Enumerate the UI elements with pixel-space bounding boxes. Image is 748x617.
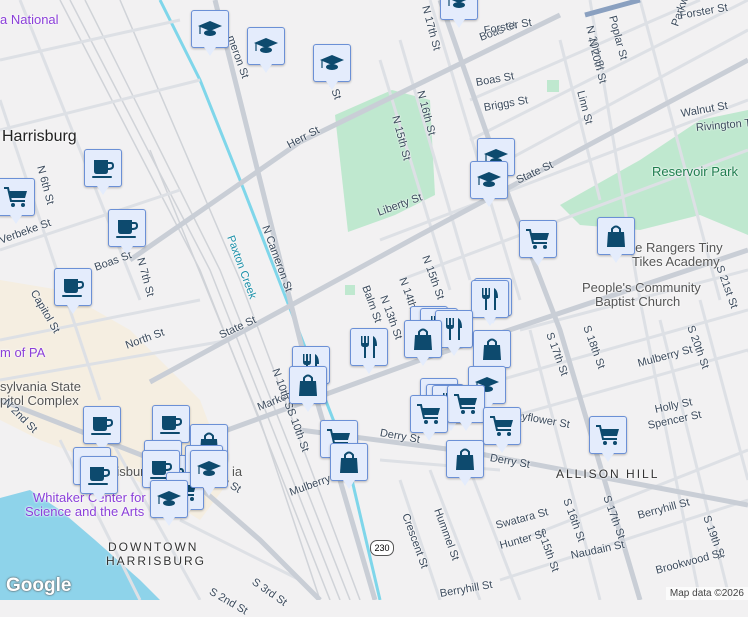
- cafe-marker[interactable]: [80, 456, 118, 502]
- school-icon: [196, 456, 222, 482]
- school-icon: [319, 50, 345, 76]
- cafe-icon: [60, 274, 86, 300]
- restaurant-icon: [356, 334, 382, 360]
- cafe-marker[interactable]: [108, 209, 146, 255]
- park-label: Reservoir Park: [652, 164, 738, 179]
- shopping-bag-icon: [603, 223, 629, 249]
- grocery-marker[interactable]: [589, 416, 627, 462]
- shopping-bag-icon: [410, 326, 436, 352]
- restaurant-marker[interactable]: [471, 280, 509, 326]
- neighborhood-allison-hill: ALLISON HILL: [556, 467, 660, 481]
- shopping-bag-icon: [479, 336, 505, 362]
- shopping-marker[interactable]: [330, 443, 368, 489]
- cafe-icon: [158, 411, 184, 437]
- shopping-marker[interactable]: [597, 217, 635, 263]
- grocery-cart-icon: [3, 184, 29, 210]
- school-icon: [156, 486, 182, 512]
- cafe-icon: [86, 462, 112, 488]
- shopping-marker[interactable]: [446, 440, 484, 486]
- cafe-icon: [114, 215, 140, 241]
- poi-capitol-1: sylvania State: [0, 379, 81, 394]
- shopping-marker[interactable]: [473, 330, 511, 376]
- restaurant-icon: [441, 316, 467, 342]
- highway: [584, 0, 641, 18]
- restaurant-marker[interactable]: [350, 328, 388, 374]
- grocery-marker[interactable]: [0, 178, 35, 224]
- grocery-cart-icon: [489, 413, 515, 439]
- grocery-cart-icon: [595, 422, 621, 448]
- cafe-marker[interactable]: [54, 268, 92, 314]
- poi-whitaker-2: Science and the Arts: [25, 504, 145, 519]
- school-icon: [197, 16, 223, 42]
- highway-shield: 230: [370, 540, 394, 556]
- google-logo: Google: [6, 575, 72, 596]
- poi-museum: m of PA: [0, 345, 46, 360]
- city-label: Harrisburg: [2, 128, 77, 145]
- school-marker[interactable]: [470, 161, 508, 207]
- poi-church-1: People's Community: [582, 280, 701, 295]
- shopping-marker[interactable]: [289, 366, 327, 412]
- poi-national: a National: [0, 12, 59, 27]
- neighborhood-harrisburg: HARRISBURG: [106, 554, 207, 568]
- school-marker[interactable]: [440, 0, 478, 28]
- school-marker[interactable]: [190, 450, 228, 496]
- map-data-credit[interactable]: Map data ©2026: [665, 587, 748, 600]
- shopping-marker[interactable]: [404, 320, 442, 366]
- grocery-cart-icon: [416, 401, 442, 427]
- grocery-marker[interactable]: [410, 395, 448, 441]
- grocery-marker[interactable]: [447, 385, 485, 431]
- poi-station-2: ia: [232, 464, 243, 479]
- school-marker[interactable]: [150, 480, 188, 526]
- school-icon: [253, 33, 279, 59]
- cafe-marker[interactable]: [84, 149, 122, 195]
- school-marker[interactable]: [247, 27, 285, 73]
- cafe-marker[interactable]: [152, 405, 190, 451]
- grocery-cart-icon: [453, 391, 479, 417]
- poi-academy-2: Tikes Academy: [632, 254, 720, 269]
- grocery-marker[interactable]: [483, 407, 521, 453]
- shopping-bag-icon: [452, 446, 478, 472]
- school-marker[interactable]: [313, 44, 351, 90]
- restaurant-icon: [477, 286, 503, 312]
- school-icon: [476, 167, 502, 193]
- poi-church-2: Baptist Church: [595, 294, 681, 309]
- grocery-marker[interactable]: [519, 220, 557, 266]
- shopping-bag-icon: [295, 372, 321, 398]
- grocery-cart-icon: [525, 226, 551, 252]
- shopping-bag-icon: [336, 449, 362, 475]
- cafe-icon: [90, 155, 116, 181]
- school-icon: [446, 0, 472, 14]
- poi-academy-1: The Rangers Tiny: [620, 240, 723, 255]
- school-marker[interactable]: [191, 10, 229, 56]
- cafe-icon: [89, 412, 115, 438]
- cafe-marker[interactable]: [83, 406, 121, 452]
- neighborhood-downtown: DOWNTOWN: [108, 540, 199, 554]
